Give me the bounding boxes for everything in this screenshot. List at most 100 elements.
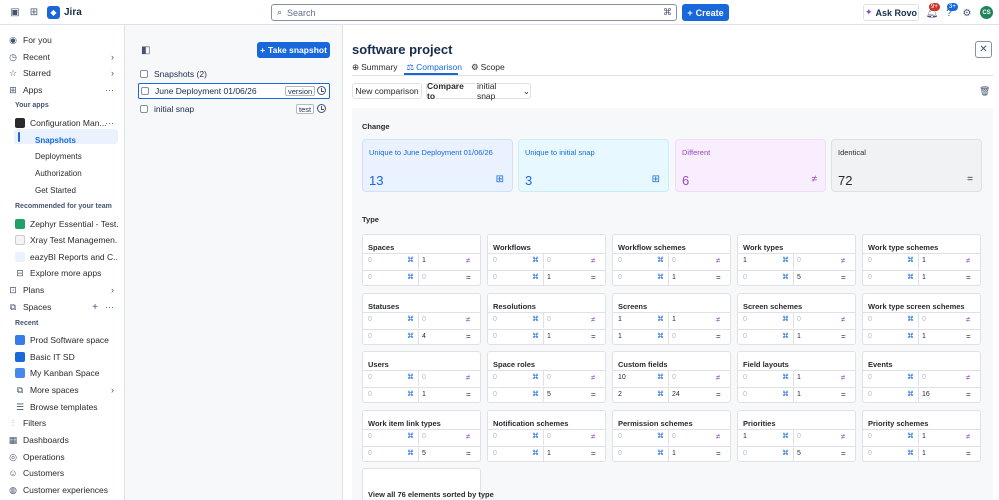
summary-card-unique-to-initial-snap[interactable]: Unique to initial snap 3 ⊞: [518, 139, 669, 192]
view-all-elements-card[interactable]: View all 76 elements sorted by type: [362, 468, 494, 500]
take-snapshot-button[interactable]: + Take snapshot: [257, 42, 330, 58]
search-box[interactable]: ⌕ ⌘: [271, 4, 677, 21]
sidebar-label: Customers: [23, 468, 65, 478]
sidebar-item-snapshots[interactable]: Snapshots: [35, 136, 76, 145]
sidebar-item-xray[interactable]: Xray Test Managemen...: [15, 233, 118, 247]
sidebar-item-apps[interactable]: ⊞ Apps ···: [8, 83, 118, 97]
more-icon[interactable]: ···: [105, 118, 114, 128]
sidebar-item-explore-apps[interactable]: ⊟ Explore more apps: [15, 266, 118, 280]
panel-collapse-icon[interactable]: ◧: [141, 45, 150, 56]
more-icon[interactable]: ···: [105, 302, 114, 312]
zephyr-app-icon: [15, 219, 25, 229]
type-card-resolutions[interactable]: Resolutions 0 ⌘ 0 ≠ 0 ⌘ 1 =: [487, 293, 606, 345]
sidebar-item-spaces[interactable]: ⧉ Spaces + ···: [8, 300, 118, 314]
type-card-row: 0 ⌘ 1 =: [488, 446, 605, 462]
type-card-events[interactable]: Events 0 ⌘ 0 ≠ 0 ⌘ 16 =: [862, 351, 981, 403]
chevron-right-icon[interactable]: ›: [111, 52, 114, 62]
history-clock-icon[interactable]: [317, 86, 326, 95]
type-card-row: 0 ⌘ 0 ≠: [363, 312, 480, 328]
sidebar-item-prod-software-space[interactable]: Prod Software space: [15, 333, 118, 347]
type-card-statuses[interactable]: Statuses 0 ⌘ 0 ≠ 0 ⌘ 4 =: [362, 293, 481, 345]
chevron-right-icon[interactable]: ›: [111, 385, 114, 395]
type-card-priorities[interactable]: Priorities 1 ⌘ 0 ≠ 0 ⌘ 5 =: [737, 410, 856, 462]
sidebar-item-customers[interactable]: ☺ Customers: [8, 466, 118, 480]
summary-card-identical[interactable]: Identical 72 =: [831, 139, 982, 192]
type-card-field-layouts[interactable]: Field layouts 0 ⌘ 1 ≠ 0 ⌘ 1 =: [737, 351, 856, 403]
jira-logo-icon[interactable]: ◆: [47, 6, 60, 19]
sidebar-item-for-you[interactable]: ◉ For you: [8, 33, 118, 47]
type-card-workflows[interactable]: Workflows 0 ⌘ 0 ≠ 0 ⌘ 1 =: [487, 234, 606, 286]
sidebar-item-more-spaces[interactable]: ⧉ More spaces ›: [15, 383, 118, 397]
user-avatar[interactable]: CS: [980, 6, 993, 19]
sidebar-item-my-kanban-space[interactable]: My Kanban Space: [15, 366, 118, 380]
new-comparison-button[interactable]: New comparison: [352, 83, 422, 99]
sidebar-item-filters[interactable]: ⫶ Filters: [8, 416, 118, 430]
type-card-space-roles[interactable]: Space roles 0 ⌘ 0 ≠ 0 ⌘ 5 =: [487, 351, 606, 403]
type-card-work-types[interactable]: Work types 1 ⌘ 0 ≠ 0 ⌘ 5 =: [737, 234, 856, 286]
type-card-permission-schemes[interactable]: Permission schemes 0 ⌘ 0 ≠ 0 ⌘ 1 =: [612, 410, 731, 462]
sidebar-item-eazybi[interactable]: eazyBI Reports and C...: [15, 250, 118, 264]
add-space-icon[interactable]: +: [92, 302, 98, 313]
star-icon: ☆: [8, 67, 18, 78]
close-button[interactable]: ✕: [975, 41, 992, 58]
snapshot-checkbox[interactable]: [140, 105, 148, 113]
cell-divider: [418, 330, 419, 345]
sidebar-item-customer-experiences[interactable]: ◍ Customer experiences: [8, 483, 118, 497]
type-card-screens[interactable]: Screens 1 ⌘ 1 ≠ 1 ⌘ 0 =: [612, 293, 731, 345]
ask-rovo-button[interactable]: ✦ Ask Rovo: [863, 4, 919, 21]
settings-gear-icon[interactable]: ⚙: [960, 6, 974, 20]
trash-icon[interactable]: 🗑︎: [979, 86, 990, 97]
sidebar-item-operations[interactable]: ◎ Operations: [8, 450, 118, 464]
sidebar-item-authorization[interactable]: Authorization: [35, 169, 82, 178]
tab-summary[interactable]: ⊕ Summary: [352, 61, 398, 73]
sidebar-label: More spaces: [30, 385, 79, 395]
sidebar-item-basic-it-sd[interactable]: Basic IT SD: [15, 350, 118, 364]
sidebar-item-dashboards[interactable]: ▦ Dashboards: [8, 433, 118, 447]
equal-icon: =: [967, 174, 973, 185]
type-card-screen-schemes[interactable]: Screen schemes 0 ⌘ 0 ≠ 0 ⌘ 1 =: [737, 293, 856, 345]
type-card-work-item-link-types[interactable]: Work item link types 0 ⌘ 0 ≠ 0 ⌘ 5 =: [362, 410, 481, 462]
chevron-right-icon[interactable]: ›: [111, 68, 114, 78]
type-card-work-type-screen-schemes[interactable]: Work type screen schemes 0 ⌘ 0 ≠ 0 ⌘ 1 =: [862, 293, 981, 345]
different-count: 0: [672, 374, 676, 381]
type-card-work-type-schemes[interactable]: Work type schemes 0 ⌘ 1 ≠ 0 ⌘ 1 =: [862, 234, 981, 286]
tab-scope[interactable]: ⚙ Scope: [471, 61, 505, 73]
sidebar-item-zephyr[interactable]: Zephyr Essential - Test...: [15, 217, 118, 231]
type-card-workflow-schemes[interactable]: Workflow schemes 0 ⌘ 0 ≠ 0 ⌘ 1 =: [612, 234, 731, 286]
sidebar-item-configuration-manager[interactable]: Configuration Man... ···: [15, 116, 118, 130]
sidebar-item-get-started[interactable]: Get Started: [35, 186, 76, 195]
type-card-priority-schemes[interactable]: Priority schemes 0 ⌘ 1 ≠ 0 ⌘ 1 =: [862, 410, 981, 462]
sidebar-toggle-icon[interactable]: ▣: [8, 5, 22, 19]
type-card-custom-fields[interactable]: Custom fields 10 ⌘ 0 ≠ 2 ⌘ 24 =: [612, 351, 731, 403]
templates-icon: ☰: [15, 401, 25, 412]
sidebar-item-browse-templates[interactable]: ☰ Browse templates: [15, 400, 118, 414]
type-card-row: 0 ⌘ 0 ≠: [613, 429, 730, 445]
type-card-notification-schemes[interactable]: Notification schemes 0 ⌘ 0 ≠ 0 ⌘ 1 =: [487, 410, 606, 462]
equal-icon: =: [591, 273, 596, 282]
sidebar-item-recent[interactable]: ◷ Recent ›: [8, 50, 118, 64]
type-card-users[interactable]: Users 0 ⌘ 0 ≠ 0 ⌘ 1 =: [362, 351, 481, 403]
tab-comparison[interactable]: ⚖ Comparison: [407, 61, 462, 73]
type-card-row: 0 ⌘ 1 =: [863, 446, 980, 462]
summary-card-different[interactable]: Different 6 ≠: [675, 139, 826, 192]
unique-left-count: 0: [368, 257, 372, 264]
history-clock-icon[interactable]: [317, 104, 326, 113]
snapshot-checkbox[interactable]: [141, 87, 149, 95]
select-all-checkbox[interactable]: [140, 70, 148, 78]
sidebar-label: Basic IT SD: [30, 352, 75, 362]
search-input[interactable]: [287, 7, 648, 18]
summary-card-unique-to-june-deployment[interactable]: Unique to June Deployment 01/06/26 13 ⊞: [362, 139, 513, 192]
app-switcher-icon[interactable]: ⊞: [27, 5, 41, 19]
type-card-spaces[interactable]: Spaces 0 ⌘ 1 ≠ 0 ⌘ 0 =: [362, 234, 481, 286]
compare-to-dropdown[interactable]: Compare to initial snap ⌄: [426, 81, 531, 101]
chevron-right-icon[interactable]: ›: [111, 285, 114, 295]
sidebar-item-deployments[interactable]: Deployments: [35, 152, 82, 161]
cell-divider: [793, 313, 794, 328]
sidebar-item-starred[interactable]: ☆ Starred ›: [8, 66, 118, 80]
create-button[interactable]: + Create: [682, 4, 729, 21]
identical-count: 1: [922, 450, 926, 457]
unique-right-count: 0: [618, 274, 622, 281]
sidebar-item-plans[interactable]: ⊡ Plans ›: [8, 283, 118, 297]
search-filter-icon[interactable]: ⌘: [663, 7, 672, 18]
more-icon[interactable]: ···: [105, 85, 114, 95]
